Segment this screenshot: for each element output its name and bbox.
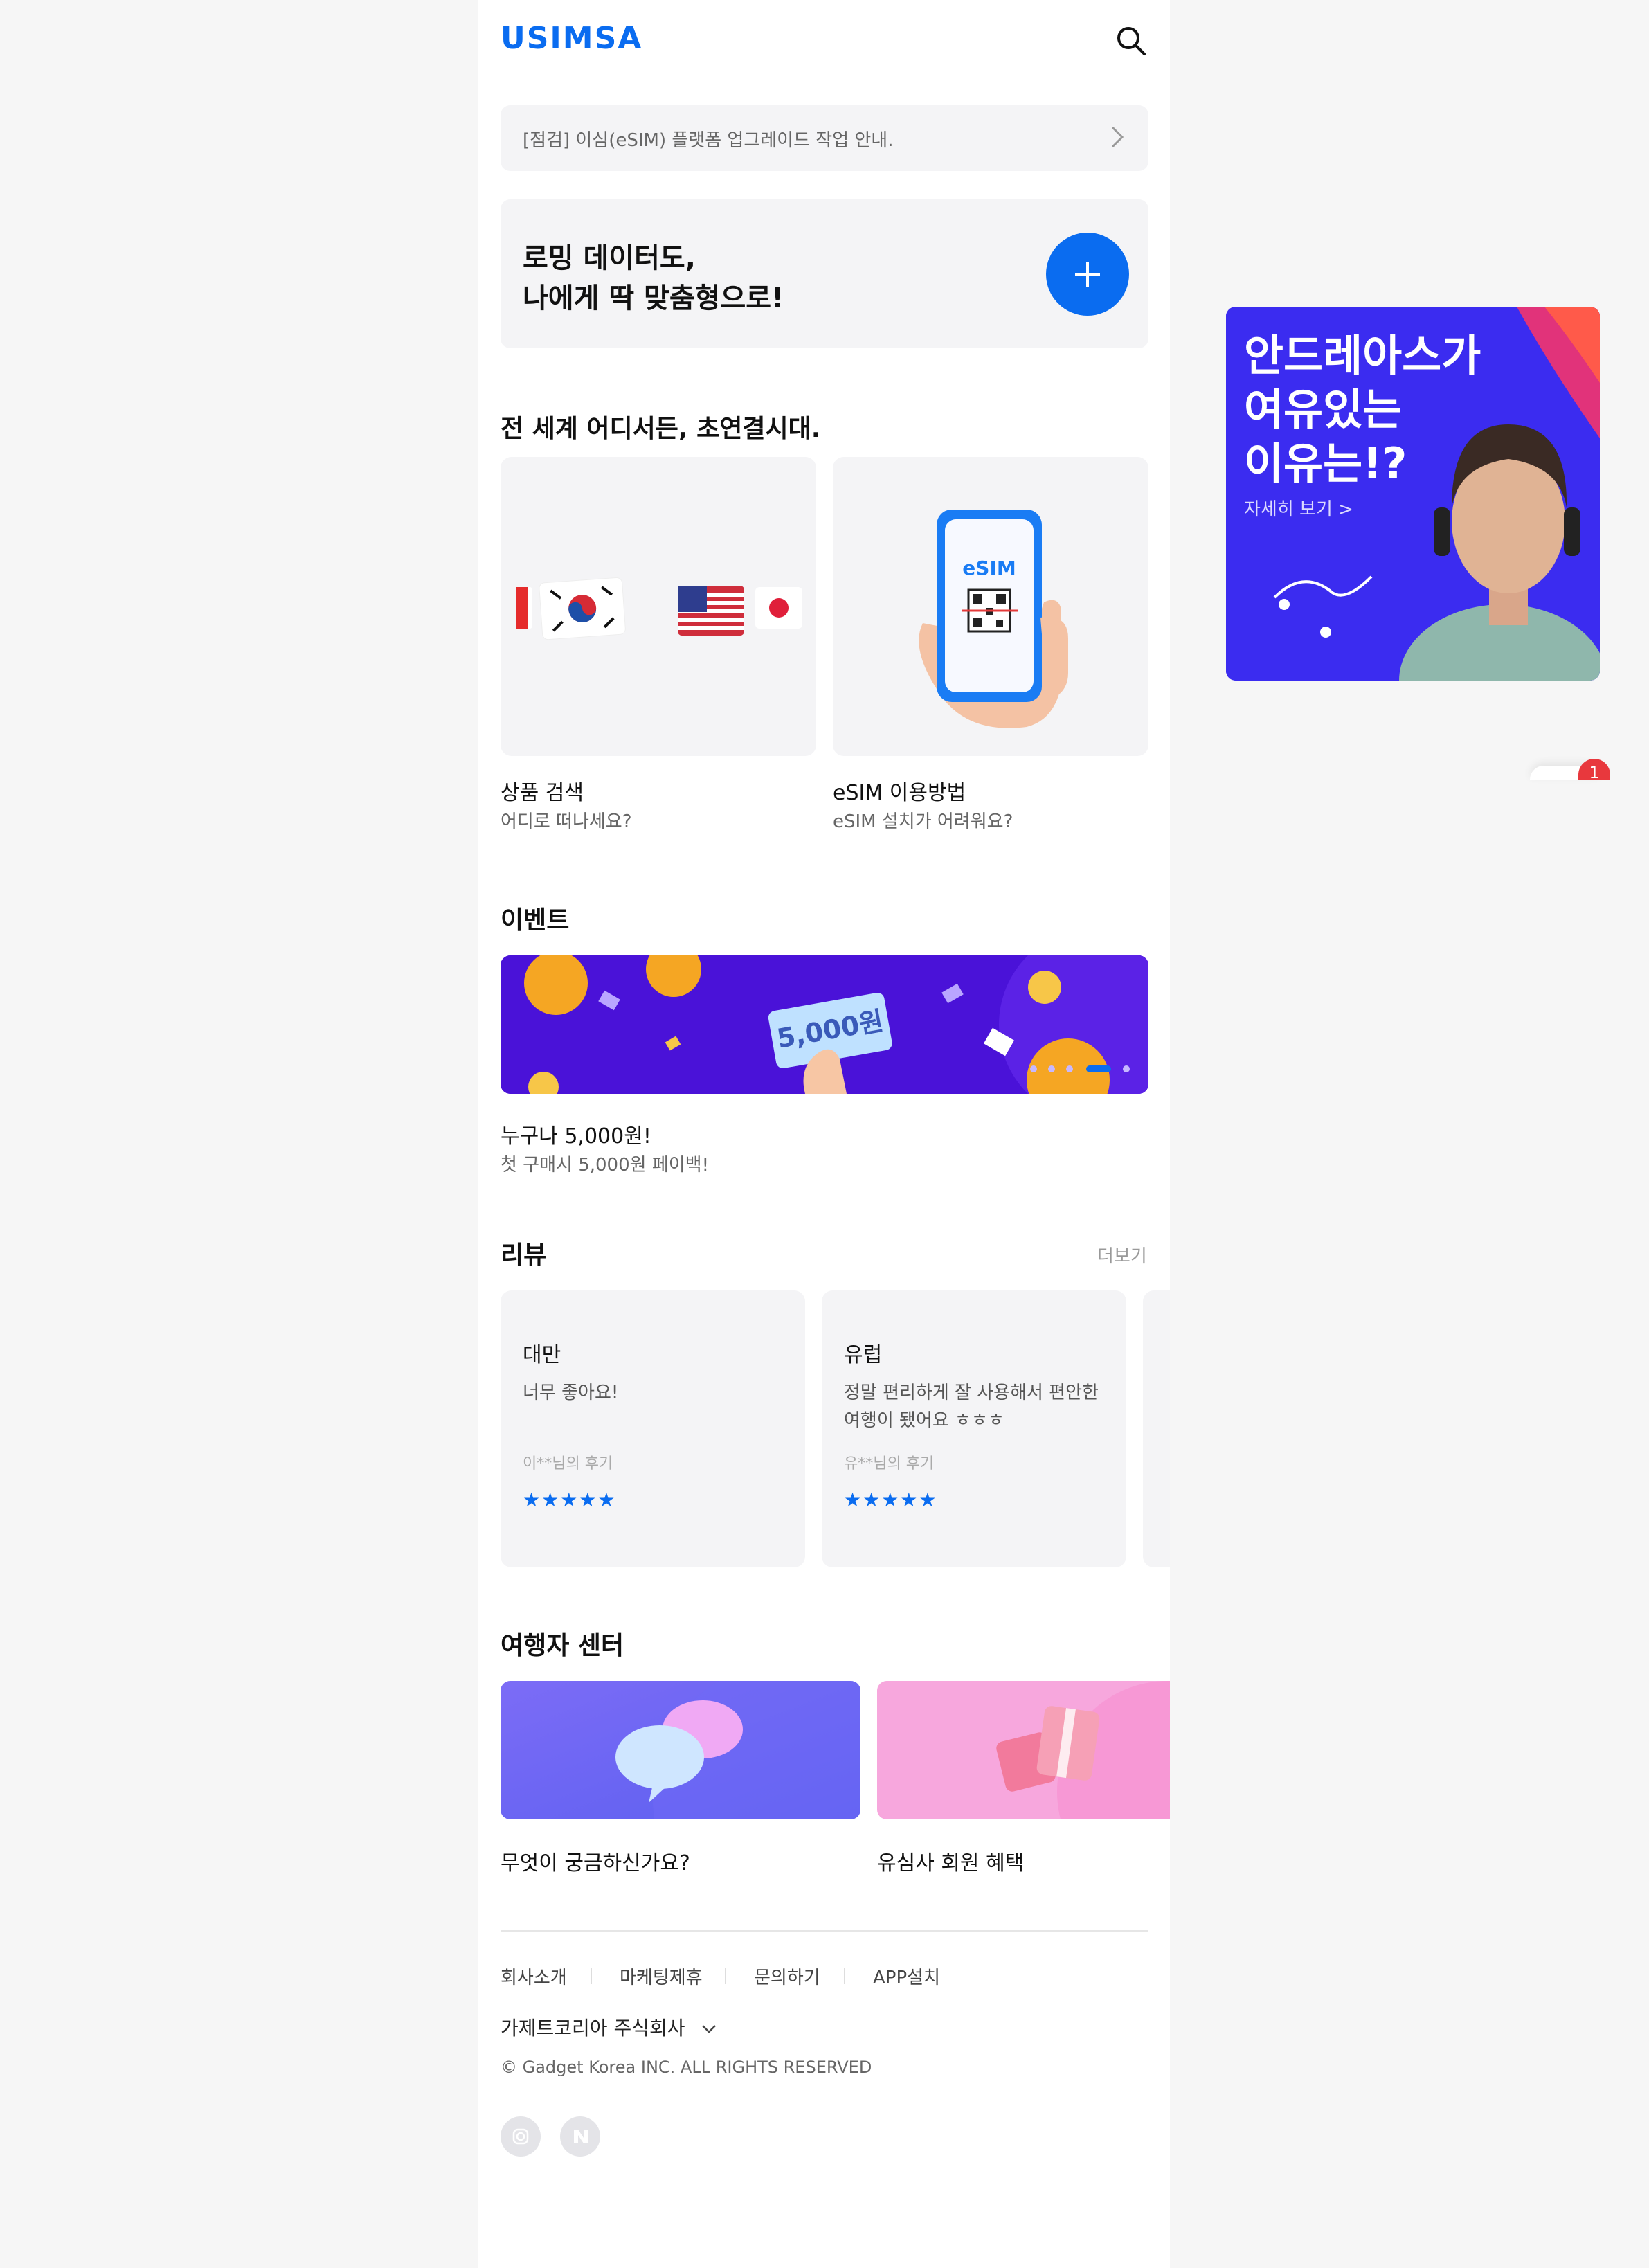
reviews-section-title: 리뷰 xyxy=(501,1241,547,1270)
event-banner[interactable]: 5,000원 xyxy=(501,955,1148,1094)
review-text: 정말 편리하게 잘 사용해서 편안한 여행이 됐어요 ㅎㅎㅎ xyxy=(844,1383,1099,1431)
notification-badge: 1 xyxy=(1578,759,1610,780)
footer-separator xyxy=(725,1968,726,1984)
review-rating-stars: ★★★★★ xyxy=(523,1488,617,1511)
footer-separator xyxy=(844,1968,845,1984)
review-text: 너무 좋아요! xyxy=(523,1383,619,1403)
event-name[interactable]: 누구나 5,000원! xyxy=(501,1119,651,1149)
review-card-partial[interactable] xyxy=(1143,1290,1170,1567)
member-benefit-label[interactable]: 유심사 회원 혜택 xyxy=(877,1846,1024,1876)
footer-separator xyxy=(591,1968,592,1984)
esim-label: eSIM xyxy=(962,557,1016,579)
footer-link-marketing[interactable]: 마케팅제휴 xyxy=(620,1963,703,1989)
company-name: 가제트코리아 주식회사 xyxy=(501,2017,685,2040)
reviews-more-link[interactable]: 더보기 xyxy=(1097,1242,1147,1268)
ad-line1: 안드레아스가 xyxy=(1244,330,1481,381)
footer-link-about[interactable]: 회사소개 xyxy=(501,1963,567,1989)
notice-text: [점검] 이심(eSIM) 플랫폼 업그레이드 작업 안내. xyxy=(523,130,894,151)
review-author: 유**님의 후기 xyxy=(844,1455,935,1473)
faq-card-label[interactable]: 무엇이 궁금하신가요? xyxy=(501,1846,690,1876)
chevron-right-icon xyxy=(1110,125,1125,150)
faq-card[interactable] xyxy=(501,1681,860,1819)
esim-guide-subtitle: eSIM 설치가 어려워요? xyxy=(833,811,1013,832)
esim-guide-card[interactable]: eSIM xyxy=(833,457,1148,756)
chevron-down-icon xyxy=(702,2025,717,2033)
promo-card[interactable]: 로밍 데이터도, 나에게 딱 맞춤형으로! xyxy=(501,199,1148,348)
gift-boxes-illustration xyxy=(877,1681,1170,1819)
notice-banner[interactable]: [점검] 이심(eSIM) 플랫폼 업그레이드 작업 안내. xyxy=(501,105,1148,171)
plus-button[interactable] xyxy=(1046,233,1129,316)
traveler-center-title: 여행자 센터 xyxy=(501,1632,624,1660)
review-author: 이**님의 후기 xyxy=(523,1455,613,1473)
footer-divider xyxy=(501,1930,1148,1932)
member-benefit-card[interactable] xyxy=(877,1681,1170,1819)
naver-icon[interactable] xyxy=(560,2116,600,2157)
review-rating-stars: ★★★★★ xyxy=(844,1488,938,1511)
event-description: 첫 구매시 5,000원 페이백! xyxy=(501,1155,710,1176)
plus-icon xyxy=(1075,262,1100,287)
event-banner-illustration: 5,000원 xyxy=(501,955,1148,1094)
promo-line1: 로밍 데이터도, xyxy=(523,242,696,274)
product-search-subtitle: 어디로 떠나세요? xyxy=(501,811,632,832)
flags-illustration xyxy=(516,577,802,640)
side-ad-banner[interactable]: 안드레아스가 여유있는 이유는!? 자세히 보기 > xyxy=(1226,307,1600,681)
review-card[interactable]: 대만 너무 좋아요! 이**님의 후기 ★★★★★ xyxy=(501,1290,805,1567)
review-region: 대만 xyxy=(523,1343,561,1367)
promo-line2: 나에게 딱 맞춤형으로! xyxy=(523,282,784,314)
event-section-title: 이벤트 xyxy=(501,906,570,935)
footer-link-contact[interactable]: 문의하기 xyxy=(754,1963,820,1989)
instagram-icon[interactable] xyxy=(501,2116,541,2157)
main-column: USIMSA [점검] 이심(eSIM) 플랫폼 업그레이드 작업 안내. 로밍… xyxy=(478,0,1170,2268)
review-card[interactable]: 유럽 정말 편리하게 잘 사용해서 편안한 여행이 됐어요 ㅎㅎㅎ 유**님의 … xyxy=(822,1290,1126,1567)
usimsa-logo[interactable]: USIMSA xyxy=(501,21,642,56)
product-search-title[interactable]: 상품 검색 xyxy=(501,775,584,806)
review-region: 유럽 xyxy=(844,1343,883,1367)
speech-bubbles-illustration xyxy=(501,1681,860,1819)
esim-phone-illustration: eSIM xyxy=(919,510,1068,728)
company-dropdown[interactable]: 가제트코리아 주식회사 xyxy=(501,2013,717,2041)
product-search-card[interactable] xyxy=(501,457,816,756)
world-section-title: 전 세계 어디서든, 초연결시대. xyxy=(501,415,821,443)
copyright: © Gadget Korea INC. ALL RIGHTS RESERVED xyxy=(501,2058,872,2077)
ad-line2: 여유있는 xyxy=(1244,384,1403,435)
search-icon[interactable] xyxy=(1115,25,1147,57)
esim-guide-title[interactable]: eSIM 이용방법 xyxy=(833,775,966,806)
ad-more-link[interactable]: 자세히 보기 > xyxy=(1244,495,1353,521)
footer-link-app[interactable]: APP설치 xyxy=(873,1963,940,1989)
ad-line3: 이유는!? xyxy=(1244,438,1407,489)
